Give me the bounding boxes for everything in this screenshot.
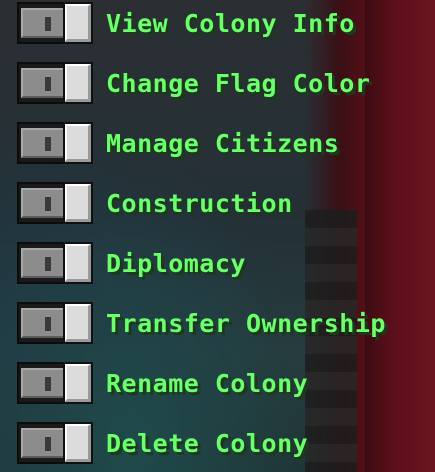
toggle-notch-icon <box>45 317 51 331</box>
toggle-knob[interactable] <box>63 62 93 104</box>
permission-label: Diplomacy <box>106 248 246 278</box>
toggle-view-colony-info[interactable] <box>17 2 93 44</box>
toggle-transfer-ownership[interactable] <box>17 302 93 344</box>
toggle-notch-icon <box>45 77 51 91</box>
toggle-rename-colony[interactable] <box>17 362 93 404</box>
permission-row-delete-colony: Delete Colony <box>17 420 308 466</box>
toggle-knob[interactable] <box>63 362 93 404</box>
toggle-diplomacy[interactable] <box>17 242 93 284</box>
toggle-knob[interactable] <box>63 122 93 164</box>
toggle-knob[interactable] <box>63 242 93 284</box>
permission-row-rename-colony: Rename Colony <box>17 360 308 406</box>
toggle-knob[interactable] <box>63 422 93 464</box>
background-red-wall <box>365 0 435 472</box>
toggle-manage-citizens[interactable] <box>17 122 93 164</box>
toggle-notch-icon <box>45 17 51 31</box>
toggle-notch-icon <box>45 437 51 451</box>
permission-row-diplomacy: Diplomacy <box>17 240 246 286</box>
permission-label: Construction <box>106 188 293 218</box>
toggle-notch-icon <box>45 377 51 391</box>
toggle-notch-icon <box>45 137 51 151</box>
toggle-notch-icon <box>45 197 51 211</box>
permission-label: View Colony Info <box>106 8 355 38</box>
toggle-delete-colony[interactable] <box>17 422 93 464</box>
permission-row-construction: Construction <box>17 180 293 226</box>
permission-label: Change Flag Color <box>106 68 371 98</box>
permission-row-change-flag-color: Change Flag Color <box>17 60 370 106</box>
permission-label: Transfer Ownership <box>106 308 386 338</box>
permission-label: Delete Colony <box>106 428 309 458</box>
permission-row-manage-citizens: Manage Citizens <box>17 120 339 166</box>
toggle-knob[interactable] <box>63 2 93 44</box>
permission-label: Rename Colony <box>106 368 309 398</box>
toggle-knob[interactable] <box>63 302 93 344</box>
permission-label: Manage Citizens <box>106 128 340 158</box>
toggle-notch-icon <box>45 257 51 271</box>
toggle-construction[interactable] <box>17 182 93 224</box>
toggle-knob[interactable] <box>63 182 93 224</box>
permission-row-view-colony-info: View Colony Info <box>17 0 355 46</box>
toggle-change-flag-color[interactable] <box>17 62 93 104</box>
permission-row-transfer-ownership: Transfer Ownership <box>17 300 386 346</box>
